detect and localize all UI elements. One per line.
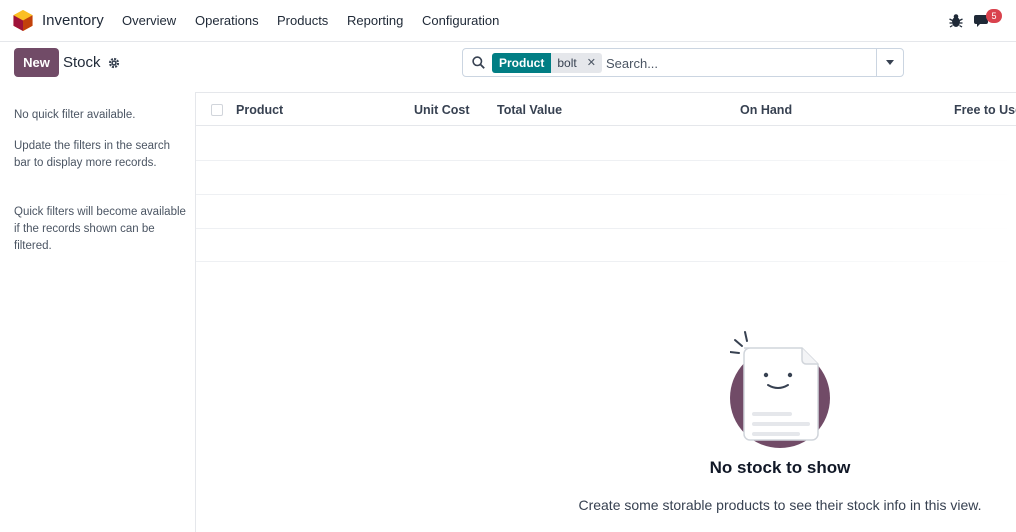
top-navbar: Inventory Overview Operations Products R… xyxy=(0,0,1016,42)
menu-products[interactable]: Products xyxy=(277,13,328,28)
list-header: Product Unit Cost Total Value On Hand Fr… xyxy=(196,92,1016,126)
facet-remove-icon[interactable]: ✕ xyxy=(587,53,596,73)
empty-row-line xyxy=(196,194,1016,195)
side-panel-message: Quick filters will become available if t… xyxy=(14,206,186,252)
new-button[interactable]: New xyxy=(14,48,59,77)
empty-document-illustration xyxy=(730,331,830,448)
filter-side-panel: No quick filter available. Update the fi… xyxy=(0,92,196,532)
caret-down-icon xyxy=(886,60,894,65)
column-header-product[interactable]: Product xyxy=(236,103,283,117)
empty-row-line xyxy=(196,228,1016,229)
bug-icon[interactable] xyxy=(949,13,963,28)
column-header-free-to-use[interactable]: Free to Use xyxy=(954,103,1016,117)
facet-value: bolt xyxy=(557,56,577,70)
select-all-checkbox[interactable] xyxy=(211,104,223,116)
facet-value-wrap: bolt ✕ xyxy=(551,53,602,73)
menu-operations[interactable]: Operations xyxy=(195,13,259,28)
gear-icon[interactable] xyxy=(108,57,120,69)
empty-state-subtitle: Create some storable products to see the… xyxy=(578,497,982,513)
empty-row-line xyxy=(196,160,1016,161)
inventory-app-logo[interactable] xyxy=(13,10,33,31)
messages-count-badge: 5 xyxy=(986,9,1002,23)
menu-configuration[interactable]: Configuration xyxy=(422,13,499,28)
empty-row-line xyxy=(196,261,1016,262)
column-header-total-value[interactable]: Total Value xyxy=(497,103,562,117)
page-title: Stock xyxy=(63,54,101,71)
search-bar: Product bolt ✕ xyxy=(462,48,904,77)
search-facet: Product bolt ✕ xyxy=(492,53,602,73)
app-name[interactable]: Inventory xyxy=(42,12,104,29)
inventory-app: Inventory Overview Operations Products R… xyxy=(0,0,1016,532)
side-panel-message: No quick filter available. xyxy=(14,109,136,121)
search-input[interactable] xyxy=(606,53,866,73)
search-icon[interactable] xyxy=(472,56,485,69)
facet-label: Product xyxy=(492,53,552,73)
menu-reporting[interactable]: Reporting xyxy=(347,13,403,28)
menu-overview[interactable]: Overview xyxy=(122,13,176,28)
side-panel-message: Update the filters in the search bar to … xyxy=(14,140,170,169)
column-header-unit-cost[interactable]: Unit Cost xyxy=(414,103,470,117)
column-header-on-hand[interactable]: On Hand xyxy=(740,103,792,117)
empty-state-title: No stock to show xyxy=(709,458,851,477)
search-options-toggle[interactable] xyxy=(877,49,904,76)
